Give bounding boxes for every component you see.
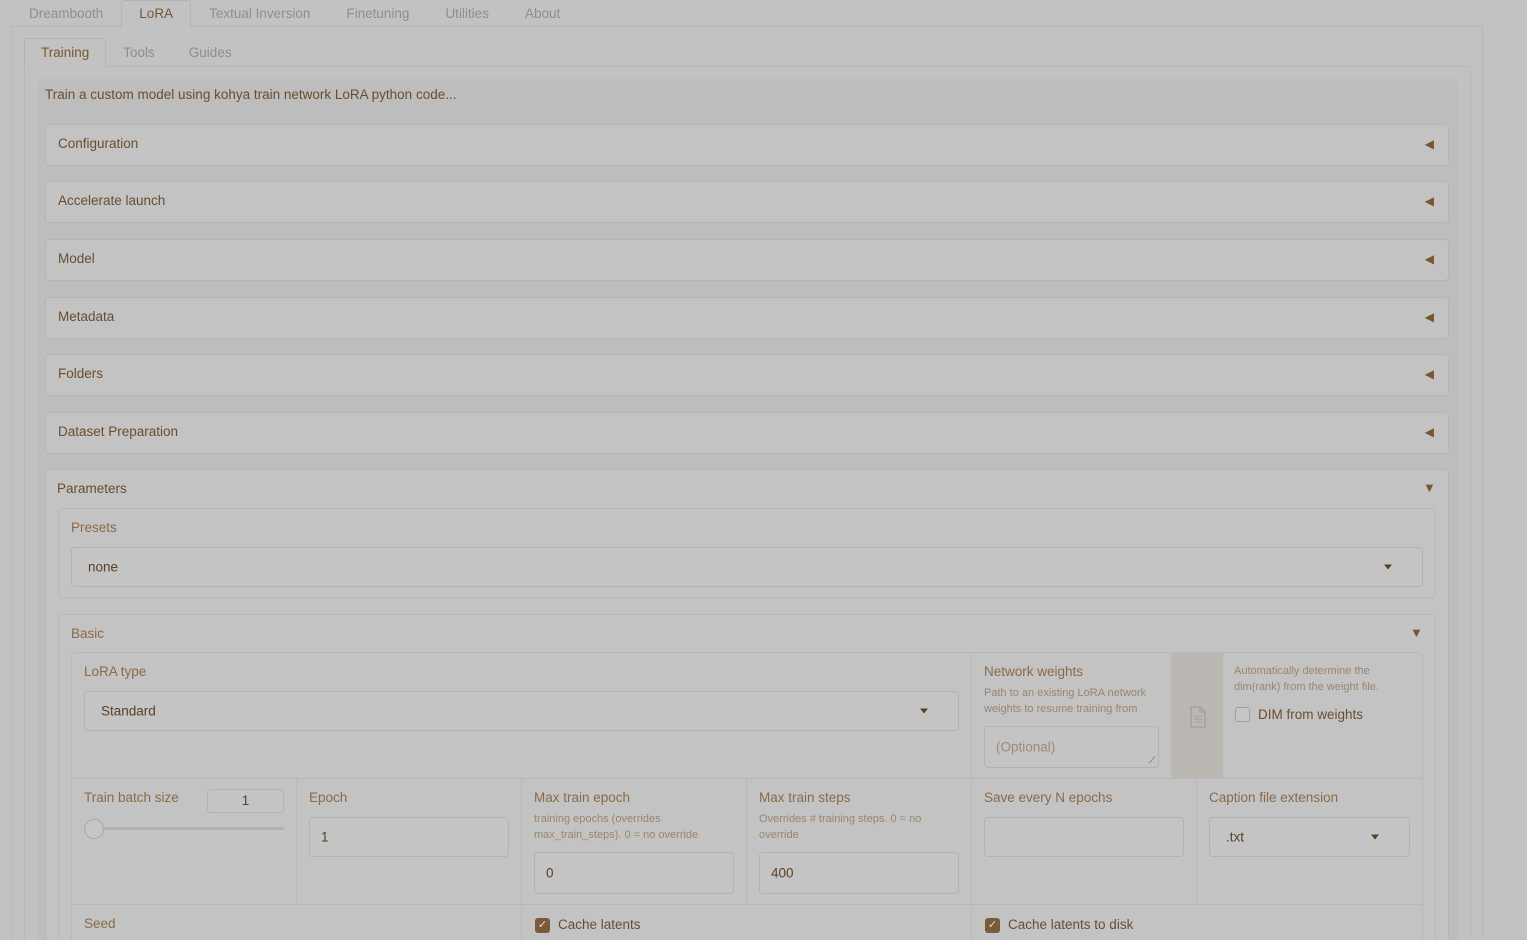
parameters-title[interactable]: Parameters: [57, 481, 127, 496]
accordion-accelerate-launch[interactable]: Accelerate launch ◀: [45, 181, 1449, 223]
lora-type-value: Standard: [101, 703, 156, 719]
caption-ext-dropdown[interactable]: .txt: [1209, 817, 1410, 857]
epoch-label: Epoch: [309, 790, 348, 805]
tab-textual-inversion[interactable]: Textual Inversion: [191, 0, 328, 27]
tab-about[interactable]: About: [507, 0, 578, 27]
expand-arrow-icon[interactable]: ▼: [1410, 625, 1423, 640]
presets-value: none: [88, 559, 119, 575]
chevron-down-icon: [1371, 834, 1379, 840]
sub-tab-bar: Training Tools Guides: [24, 38, 249, 68]
train-batch-number[interactable]: 1: [207, 789, 284, 813]
tab-tools[interactable]: Tools: [106, 38, 172, 67]
chevron-down-icon: [920, 708, 928, 714]
max-train-epoch-value: 0: [546, 865, 554, 881]
cache-latents-disk-checkbox[interactable]: ✓: [985, 918, 1000, 933]
collapse-arrow-icon: ◀: [1424, 252, 1434, 266]
expand-arrow-icon[interactable]: ▼: [1423, 480, 1436, 495]
tab-lora[interactable]: LoRA: [121, 0, 192, 28]
save-every-label: Save every N epochs: [984, 790, 1113, 805]
train-batch-label: Train batch size: [84, 790, 179, 805]
tab-guides[interactable]: Guides: [172, 38, 249, 67]
network-weights-label: Network weights: [984, 664, 1084, 679]
accordion-metadata[interactable]: Metadata ◀: [45, 297, 1449, 339]
max-train-epoch-info: training epochs (overrides max_train_ste…: [534, 813, 699, 841]
accordion-label: Accelerate launch: [58, 193, 166, 208]
panel-description: Train a custom model using kohya train n…: [45, 87, 457, 102]
lora-type-label: LoRA type: [84, 664, 147, 679]
dim-info: Automatically determine the dim(rank) fr…: [1234, 665, 1379, 693]
max-train-epoch-label: Max train epoch: [534, 790, 631, 805]
lora-type-dropdown[interactable]: Standard: [84, 691, 959, 731]
cache-latents-checkbox[interactable]: ✓: [535, 918, 550, 933]
collapse-arrow-icon: ◀: [1424, 137, 1434, 151]
dim-from-weights-checkbox[interactable]: [1235, 707, 1250, 722]
max-train-steps-info: Overrides # training steps. 0 = no overr…: [759, 813, 922, 841]
network-weights-info: Path to an existing LoRA network weights…: [984, 687, 1147, 715]
max-train-epoch-input[interactable]: 0: [534, 852, 734, 894]
tab-training[interactable]: Training: [24, 38, 107, 68]
max-train-steps-value: 400: [771, 865, 794, 881]
train-batch-slider-handle[interactable]: [84, 819, 104, 839]
max-train-steps-input[interactable]: 400: [759, 852, 959, 894]
collapse-arrow-icon: ◀: [1424, 367, 1434, 381]
tab-finetuning[interactable]: Finetuning: [328, 0, 427, 27]
file-picker-button[interactable]: [1171, 653, 1223, 778]
accordion-label: Model: [58, 251, 95, 266]
tab-dreambooth[interactable]: Dreambooth: [11, 0, 121, 27]
cache-latents-label: Cache latents: [558, 917, 641, 932]
accordion-label: Dataset Preparation: [58, 424, 179, 439]
accordion-dataset-preparation[interactable]: Dataset Preparation ◀: [45, 412, 1449, 454]
caption-ext-label: Caption file extension: [1209, 790, 1339, 805]
accordion-label: Configuration: [58, 136, 139, 151]
presets-label: Presets: [71, 520, 117, 535]
collapse-arrow-icon: ◀: [1424, 425, 1434, 439]
dim-from-weights-label: DIM from weights: [1258, 707, 1364, 722]
basic-title[interactable]: Basic: [71, 626, 104, 641]
accordion-label: Folders: [58, 366, 104, 381]
accordion-folders[interactable]: Folders ◀: [45, 354, 1449, 396]
accordion-label: Metadata: [58, 309, 115, 324]
accordion-configuration[interactable]: Configuration ◀: [45, 124, 1449, 166]
presets-dropdown[interactable]: none: [71, 547, 1423, 587]
accordion-model[interactable]: Model ◀: [45, 239, 1449, 281]
collapse-arrow-icon: ◀: [1424, 310, 1434, 324]
caption-ext-value: .txt: [1226, 829, 1245, 845]
network-weights-placeholder: (Optional): [996, 739, 1056, 755]
collapse-arrow-icon: ◀: [1424, 194, 1434, 208]
resize-handle-icon[interactable]: ⟋: [1149, 755, 1155, 766]
tab-utilities[interactable]: Utilities: [427, 0, 507, 27]
top-tab-bar: Dreambooth LoRA Textual Inversion Finetu…: [11, 0, 578, 28]
save-every-input[interactable]: [984, 817, 1184, 857]
epoch-input[interactable]: 1: [309, 817, 509, 857]
max-train-steps-label: Max train steps: [759, 790, 851, 805]
document-icon: [1190, 706, 1206, 728]
seed-cell: [71, 905, 522, 940]
cache-latents-disk-label: Cache latents to disk: [1008, 917, 1134, 932]
seed-label: Seed: [84, 916, 116, 931]
network-weights-input[interactable]: (Optional) ⟋: [984, 726, 1159, 768]
chevron-down-icon: [1384, 564, 1392, 570]
epoch-value: 1: [321, 829, 329, 845]
train-batch-slider-track[interactable]: [84, 827, 284, 830]
